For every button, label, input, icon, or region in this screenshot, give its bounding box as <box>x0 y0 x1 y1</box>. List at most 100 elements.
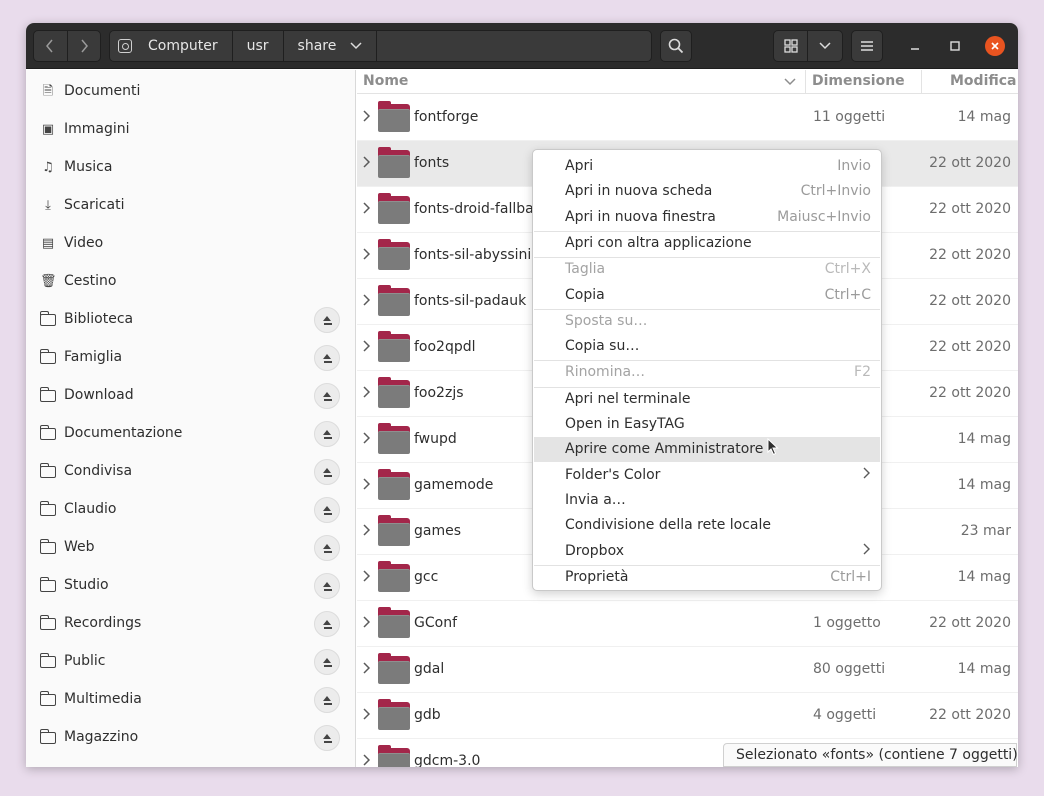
view-options-button[interactable] <box>808 31 842 61</box>
expand-chevron-icon[interactable] <box>362 662 371 678</box>
forward-button[interactable] <box>66 31 100 61</box>
chevron-right-icon <box>81 39 88 53</box>
menu-item-label: Sposta su… <box>565 312 648 329</box>
folder-icon <box>378 607 410 638</box>
expand-chevron-icon[interactable] <box>362 478 371 494</box>
breadcrumb-share[interactable]: share <box>284 31 378 61</box>
menu-item-apri-in-nuova-scheda[interactable]: Apri in nuova scheda Ctrl+Invio <box>534 179 880 204</box>
expand-chevron-icon[interactable] <box>362 616 371 632</box>
back-button[interactable] <box>34 31 67 61</box>
eject-button[interactable] <box>314 649 340 675</box>
sidebar-item-documenti[interactable]: 🗎 Documenti <box>26 73 355 111</box>
expand-chevron-icon[interactable] <box>362 708 371 724</box>
sidebar-item-multimedia[interactable]: Multimedia <box>26 681 355 719</box>
sidebar-item-scaricati[interactable]: ⤓ Scaricati <box>26 187 355 225</box>
sidebar-item-label: Condivisa <box>64 463 133 479</box>
menu-item-condivisione-della-rete-locale[interactable]: Condivisione della rete locale <box>534 513 880 538</box>
expand-chevron-icon[interactable] <box>362 524 371 540</box>
expand-chevron-icon[interactable] <box>362 202 371 218</box>
file-row[interactable]: gdal 80 oggetti 14 mag <box>357 647 1018 693</box>
expand-chevron-icon[interactable] <box>362 156 371 172</box>
folder-icon <box>378 561 410 592</box>
expand-chevron-icon[interactable] <box>362 110 371 126</box>
minimize-button[interactable] <box>905 36 925 56</box>
breadcrumb-computer[interactable]: Computer <box>110 31 233 61</box>
menu-item-aprire-come-amministratore[interactable]: Aprire come Amministratore <box>534 437 880 463</box>
expand-chevron-icon[interactable] <box>362 570 371 586</box>
image-icon: ▣ <box>41 122 55 137</box>
eject-icon-bar <box>324 399 332 401</box>
sidebar-item-recordings[interactable]: Recordings <box>26 605 355 643</box>
file-name: gdb <box>414 707 441 723</box>
menu-item-propriet[interactable]: Proprietà Ctrl+I <box>534 565 880 590</box>
menu-item-copia-su[interactable]: Copia su… <box>534 334 880 359</box>
menu-item-apri-nel-terminale[interactable]: Apri nel terminale <box>534 387 880 412</box>
eject-button[interactable] <box>314 687 340 713</box>
file-row[interactable]: GConf 1 oggetto 22 ott 2020 <box>357 601 1018 647</box>
sidebar-item-public[interactable]: Public <box>26 643 355 681</box>
menu-item-apri-con-altra-applicazione[interactable]: Apri con altra applicazione <box>534 231 880 256</box>
sidebar-item-cestino[interactable]: 🗑 Cestino <box>26 263 355 301</box>
sidebar-item-download[interactable]: Download <box>26 377 355 415</box>
sidebar-item-video[interactable]: ▤ Video <box>26 225 355 263</box>
search-button[interactable] <box>660 30 692 62</box>
column-header-name[interactable]: Nome <box>363 73 408 89</box>
sidebar-item-famiglia[interactable]: Famiglia <box>26 339 355 377</box>
sidebar-item-web[interactable]: Web <box>26 529 355 567</box>
close-icon <box>991 42 999 50</box>
file-modified: 23 mar <box>960 523 1011 539</box>
eject-button[interactable] <box>314 725 340 751</box>
sort-descending-icon[interactable] <box>784 78 796 86</box>
file-modified: 22 ott 2020 <box>929 155 1011 171</box>
view-switch-group <box>773 30 843 62</box>
sidebar-item-condivisa[interactable]: Condivisa <box>26 453 355 491</box>
expand-chevron-icon[interactable] <box>362 386 371 402</box>
eject-button[interactable] <box>314 573 340 599</box>
sidebar-item-studio[interactable]: Studio <box>26 567 355 605</box>
file-row[interactable]: gdb 4 oggetti 22 ott 2020 <box>357 693 1018 739</box>
column-header-size[interactable]: Dimensione <box>812 73 905 89</box>
eject-button[interactable] <box>314 345 340 371</box>
eject-button[interactable] <box>314 611 340 637</box>
eject-button[interactable] <box>314 497 340 523</box>
menu-item-accelerator: Ctrl+I <box>830 568 871 585</box>
file-row[interactable]: fontforge 11 oggetti 14 mag <box>357 95 1018 141</box>
eject-button[interactable] <box>314 459 340 485</box>
menu-item-open-in-easytag[interactable]: Open in EasyTAG <box>534 412 880 437</box>
mouse-pointer-icon <box>767 438 779 456</box>
eject-button[interactable] <box>314 307 340 333</box>
expand-chevron-icon[interactable] <box>362 248 371 264</box>
menu-item-accelerator: Maiusc+Invio <box>777 208 871 225</box>
menu-item-apri-in-nuova-finestra[interactable]: Apri in nuova finestra Maiusc+Invio <box>534 205 880 230</box>
menu-item-folder-s-color[interactable]: Folder's Color <box>534 463 880 488</box>
menu-item-invia-a[interactable]: Invia a… <box>534 488 880 513</box>
eject-button[interactable] <box>314 383 340 409</box>
menu-item-copia[interactable]: Copia Ctrl+C <box>534 283 880 308</box>
eject-button[interactable] <box>314 421 340 447</box>
menu-item-sposta-su: Sposta su… <box>534 309 880 334</box>
expand-chevron-icon[interactable] <box>362 432 371 448</box>
sidebar-item-magazzino[interactable]: Magazzino <box>26 719 355 757</box>
sidebar-item-biblioteca[interactable]: Biblioteca <box>26 301 355 339</box>
list-header: Nome Dimensione Modifica <box>357 70 1018 94</box>
grid-view-button[interactable] <box>774 31 808 61</box>
sidebar-item-musica[interactable]: ♫ Musica <box>26 149 355 187</box>
folder-icon <box>378 147 410 178</box>
column-header-modified[interactable]: Modifica <box>950 73 1017 89</box>
eject-button[interactable] <box>314 535 340 561</box>
expand-chevron-icon[interactable] <box>362 340 371 356</box>
folder-icon <box>39 463 56 479</box>
sidebar-item-claudio[interactable]: Claudio <box>26 491 355 529</box>
close-button[interactable] <box>985 36 1005 56</box>
sidebar-item-documentazione[interactable]: Documentazione <box>26 415 355 453</box>
search-icon <box>668 38 684 54</box>
expand-chevron-icon[interactable] <box>362 754 371 767</box>
menu-item-label: Copia <box>565 286 605 303</box>
sidebar-item-immagini[interactable]: ▣ Immagini <box>26 111 355 149</box>
menu-item-apri[interactable]: Apri Invio <box>534 154 880 179</box>
expand-chevron-icon[interactable] <box>362 294 371 310</box>
menu-button[interactable] <box>851 30 883 62</box>
maximize-button[interactable] <box>945 36 965 56</box>
breadcrumb-usr[interactable]: usr <box>233 31 284 61</box>
menu-item-dropbox[interactable]: Dropbox <box>534 539 880 564</box>
